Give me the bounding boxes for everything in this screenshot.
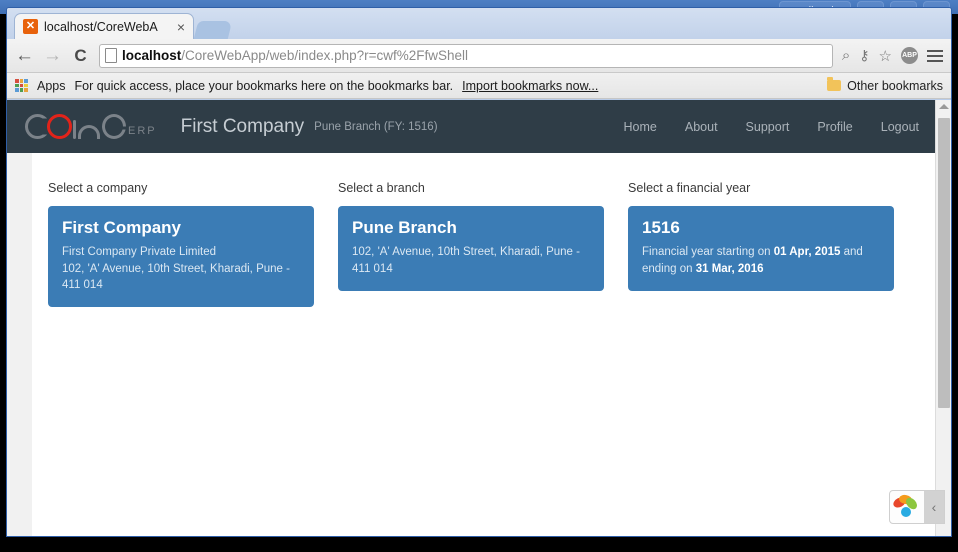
logo-erp-label: ERP — [128, 125, 157, 137]
logo-letter-r-stem — [73, 120, 76, 139]
chrome-menu-icon[interactable] — [927, 49, 943, 62]
branch-card-line-1: 102, 'A' Avenue, 10th Street, Kharadi, P… — [352, 246, 580, 275]
url-text: localhost/CoreWebApp/web/index.php?r=cwf… — [122, 48, 468, 63]
nav-support[interactable]: Support — [746, 120, 790, 134]
page-scrollbar[interactable] — [935, 100, 951, 536]
bookmarks-hint: For quick access, place your bookmarks h… — [74, 78, 454, 93]
browser-tab[interactable]: ✕ localhost/CoreWebA × — [14, 13, 194, 39]
header-branch-context: Pune Branch (FY: 1516) — [314, 120, 438, 133]
header-nav: Home About Support Profile Logout — [624, 120, 919, 134]
selection-cards-row: Select a company First Company First Com… — [32, 153, 937, 308]
branch-card-title: Pune Branch — [352, 218, 457, 237]
company-column-label: Select a company — [48, 181, 148, 195]
branch-card[interactable]: Pune Branch 102, 'A' Avenue, 10th Street… — [338, 206, 604, 292]
url-path: /CoreWebApp/web/index.php?r=cwf%2FfwShel… — [181, 48, 469, 63]
content-panel: Select a company First Company First Com… — [32, 153, 937, 536]
flower-icon — [891, 493, 922, 520]
star-icon[interactable]: ☆ — [879, 47, 892, 65]
back-button[interactable]: ← — [15, 46, 34, 65]
financial-year-column-label: Select a financial year — [628, 181, 751, 195]
coreerp-logo[interactable]: ERP — [25, 114, 157, 139]
address-bar[interactable]: localhost/CoreWebApp/web/index.php?r=cwf… — [99, 43, 833, 68]
import-bookmarks-link[interactable]: Import bookmarks now... — [462, 79, 598, 93]
helper-widget[interactable]: ‹ — [889, 490, 945, 524]
logo-letter-r-arch — [78, 125, 100, 139]
nav-profile[interactable]: Profile — [817, 120, 852, 134]
financial-year-card-description: Financial year starting on 01 Apr, 2015 … — [642, 244, 880, 277]
fy-prefix: Financial year starting on — [642, 246, 774, 259]
nav-logout[interactable]: Logout — [881, 120, 919, 134]
tab-title: localhost/CoreWebA — [44, 19, 158, 34]
tab-bar: ✕ localhost/CoreWebA × — [7, 8, 951, 39]
nav-home[interactable]: Home — [624, 120, 657, 134]
adblock-plus-icon[interactable]: ABP — [901, 47, 918, 64]
financial-year-column: Select a financial year 1516 Financial y… — [628, 181, 894, 292]
forward-button[interactable]: → — [43, 46, 62, 65]
company-card-title: First Company — [62, 218, 182, 237]
logo-letter-e — [102, 114, 126, 139]
browser-toolbar: ← → C localhost/CoreWebApp/web/index.php… — [7, 39, 951, 73]
screen: dinesh × ✕ localhost/CoreWebA × ← → C lo… — [0, 0, 958, 552]
scroll-up-arrow-icon[interactable] — [939, 104, 949, 109]
logo-letter-o-red — [47, 114, 72, 139]
zoom-icon[interactable]: ⌕ — [842, 47, 850, 64]
apps-label[interactable]: Apps — [37, 79, 66, 93]
company-card-line-2: 102, 'A' Avenue, 10th Street, Kharadi, P… — [62, 262, 290, 292]
fy-start-date: 01 Apr, 2015 — [773, 246, 841, 259]
company-card-line-1: First Company Private Limited — [62, 246, 217, 259]
reload-button[interactable]: C — [71, 47, 90, 64]
fy-end-date: 31 Mar, 2016 — [695, 262, 764, 275]
browser-window: ✕ localhost/CoreWebA × ← → C localhost/C… — [6, 7, 952, 537]
scrollbar-thumb[interactable] — [938, 118, 950, 408]
app-header: ERP First Company Pune Branch (FY: 1516)… — [7, 100, 937, 153]
branch-column-label: Select a branch — [338, 181, 425, 195]
page-viewport: ERP First Company Pune Branch (FY: 1516)… — [7, 100, 951, 536]
new-tab-button[interactable] — [193, 21, 233, 39]
nav-about[interactable]: About — [685, 120, 718, 134]
other-bookmarks-label: Other bookmarks — [847, 78, 943, 93]
logo-mark — [25, 114, 126, 139]
xampp-favicon-icon: ✕ — [23, 19, 38, 34]
folder-icon — [827, 77, 842, 91]
financial-year-card[interactable]: 1516 Financial year starting on 01 Apr, … — [628, 206, 894, 292]
screen-bottom-letterbox — [0, 537, 958, 552]
bookmarks-bar: Apps For quick access, place your bookma… — [7, 73, 951, 99]
petal-blue — [901, 507, 911, 517]
header-company-name: First Company — [180, 115, 305, 137]
url-host: localhost — [122, 48, 182, 63]
company-card[interactable]: First Company First Company Private Limi… — [48, 206, 314, 308]
key-icon[interactable]: ⚷ — [859, 47, 869, 64]
company-column: Select a company First Company First Com… — [48, 181, 314, 308]
branch-column: Select a branch Pune Branch 102, 'A' Ave… — [338, 181, 604, 292]
toolbar-icons: ⌕ ⚷ ☆ ABP — [842, 47, 945, 65]
widget-collapse-button[interactable]: ‹ — [924, 491, 944, 523]
apps-grid-icon[interactable] — [15, 79, 28, 92]
financial-year-card-title: 1516 — [642, 218, 680, 237]
tab-close-icon[interactable]: × — [175, 20, 187, 34]
other-bookmarks-button[interactable]: Other bookmarks — [827, 77, 945, 93]
tabstrip: ✕ localhost/CoreWebA × — [7, 8, 233, 39]
page-info-icon[interactable] — [105, 48, 117, 63]
